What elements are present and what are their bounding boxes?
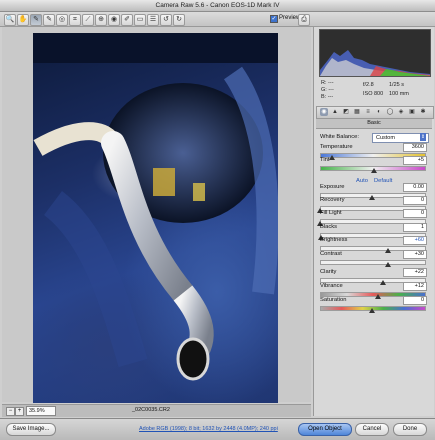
slider-label: Blacks xyxy=(320,224,338,230)
slider-value-field[interactable]: +30 xyxy=(403,250,427,259)
slider-thumb[interactable] xyxy=(329,155,336,160)
slider-label: Fill Light xyxy=(320,210,342,216)
panel-tab-3-icon[interactable]: ▦ xyxy=(353,108,361,116)
slider-value-field[interactable]: 0.00 xyxy=(403,183,427,192)
zoom-tool-icon[interactable]: 🔍 xyxy=(4,14,16,26)
slider-thumb[interactable] xyxy=(380,280,387,285)
slider-value-field[interactable]: +60 xyxy=(403,236,427,245)
cancel-button[interactable]: Cancel xyxy=(355,423,389,436)
panel-tab-1-icon[interactable]: ▲ xyxy=(331,108,339,116)
preview-checkbox[interactable]: ✓ xyxy=(270,15,278,23)
slider-label: Vibrance xyxy=(320,283,343,289)
white-balance-tool-icon[interactable]: ✎ xyxy=(30,14,42,26)
auto-link[interactable]: Auto xyxy=(356,178,368,184)
slider-thumb[interactable] xyxy=(375,294,382,299)
panel-tab-0-icon[interactable]: ◉ xyxy=(320,108,328,116)
shutter-speed: 1/25 s xyxy=(389,82,404,88)
slider-value-field[interactable]: 1 xyxy=(403,223,427,232)
slider-value-field[interactable]: 0 xyxy=(403,296,427,305)
adjustment-panel: R: --- G: --- B: --- f/2.8 1/25 s ISO 80… xyxy=(313,27,434,416)
slider-thumb[interactable] xyxy=(369,195,375,200)
panel-tab-6-icon[interactable]: ◯ xyxy=(386,108,394,116)
preferences-tool-icon[interactable]: ☰ xyxy=(147,14,159,26)
image-status-bar: − + 35.9% _02C0035.CR2 xyxy=(2,404,311,417)
adjustment-brush-tool-icon[interactable]: ✐ xyxy=(121,14,133,26)
slider-label: Clarity xyxy=(320,269,337,275)
red-eye-tool-icon[interactable]: ◉ xyxy=(108,14,120,26)
hand-tool-icon[interactable]: ✋ xyxy=(17,14,29,26)
zoom-in-button[interactable]: + xyxy=(15,407,24,416)
straighten-tool-icon[interactable]: ⟋ xyxy=(82,14,94,26)
readout-g: G: --- xyxy=(321,87,334,93)
open-object-button[interactable]: Open Object xyxy=(298,423,352,436)
panel-tab-5-icon[interactable]: ◐ xyxy=(375,108,383,116)
done-button[interactable]: Done xyxy=(393,423,427,436)
slider-thumb[interactable] xyxy=(369,308,375,313)
slider-track[interactable] xyxy=(320,260,426,265)
aperture: f/2.8 xyxy=(363,82,374,88)
crop-tool-icon[interactable]: ⌗ xyxy=(69,14,81,26)
histogram xyxy=(319,29,431,77)
image-filename: _02C0035.CR2 xyxy=(132,407,170,413)
panel-tab-2-icon[interactable]: ◩ xyxy=(342,108,350,116)
photo-preview[interactable] xyxy=(33,33,278,403)
rotate-left-tool-icon[interactable]: ↺ xyxy=(160,14,172,26)
window-title: Camera Raw 5.6 - Canon EOS-1D Mark IV xyxy=(155,2,280,9)
save-image-button[interactable]: Save Image... xyxy=(6,423,56,436)
white-balance-label: White Balance: xyxy=(320,134,359,140)
slider-label: Brightness xyxy=(320,237,348,243)
focal-length: 100 mm xyxy=(389,91,409,97)
toolbar: 🔍 ✋ ✎ ✎ ◎ ⌗ ⟋ ⊕ ◉ ✐ ▭ ☰ ↺ ↻ ✓ Preview ⎙ xyxy=(0,12,435,27)
slider-thumb[interactable] xyxy=(371,168,378,173)
slider-label: Temperature xyxy=(320,144,353,150)
graduated-filter-tool-icon[interactable]: ▭ xyxy=(134,14,146,26)
slider-label: Saturation xyxy=(320,297,347,303)
slider-value-field[interactable]: +22 xyxy=(403,268,427,277)
rotate-right-tool-icon[interactable]: ↻ xyxy=(173,14,185,26)
readout-r: R: --- xyxy=(321,80,334,86)
slider-value-field[interactable]: 0 xyxy=(403,209,427,218)
slider-value-field[interactable]: +5 xyxy=(403,156,427,165)
bottom-bar: Save Image... Adobe RGB (1998); 8 bit; 1… xyxy=(0,418,435,440)
color-sampler-tool-icon[interactable]: ✎ xyxy=(43,14,55,26)
targeted-adjustment-tool-icon[interactable]: ◎ xyxy=(56,14,68,26)
panel-tabs: ◉ ▲ ◩ ▦ ≡ ◐ ◯ ◈ ▣ ✱ xyxy=(316,106,434,119)
slider-label: Contrast xyxy=(320,251,342,257)
default-link[interactable]: Default xyxy=(374,178,392,184)
slider-label: Exposure xyxy=(320,184,345,190)
workflow-options-link[interactable]: Adobe RGB (1998); 8 bit; 1632 by 2448 (4… xyxy=(139,426,278,432)
readout: R: --- G: --- B: --- f/2.8 1/25 s ISO 80… xyxy=(319,78,429,102)
panel-tab-4-icon[interactable]: ≡ xyxy=(364,108,372,116)
slider-thumb[interactable] xyxy=(384,248,391,253)
slider-value-field[interactable]: 0 xyxy=(403,196,427,205)
iso: ISO 800 xyxy=(363,91,384,97)
zoom-out-button[interactable]: − xyxy=(6,407,15,416)
section-title: Basic xyxy=(316,119,432,129)
slider-value-field[interactable]: +12 xyxy=(403,282,427,291)
panel-tab-7-icon[interactable]: ◈ xyxy=(397,108,405,116)
readout-b: B: --- xyxy=(321,94,334,100)
slider-label: Recovery xyxy=(320,197,345,203)
slider-value-field[interactable]: 3600 xyxy=(403,143,427,152)
spot-removal-tool-icon[interactable]: ⊕ xyxy=(95,14,107,26)
exhaust-pipe-image xyxy=(33,33,278,403)
panel-tab-8-icon[interactable]: ▣ xyxy=(408,108,416,116)
fullscreen-toggle-icon[interactable]: ⎙ xyxy=(298,14,310,26)
zoom-level-select[interactable]: 35.9% xyxy=(26,406,56,416)
panel-tab-9-icon[interactable]: ✱ xyxy=(419,108,427,116)
slider-label: Tint xyxy=(320,157,330,163)
window-title-bar: Camera Raw 5.6 - Canon EOS-1D Mark IV xyxy=(0,0,435,12)
chevron-down-icon[interactable]: ⇕ xyxy=(420,133,426,141)
slider-thumb[interactable] xyxy=(384,262,391,267)
